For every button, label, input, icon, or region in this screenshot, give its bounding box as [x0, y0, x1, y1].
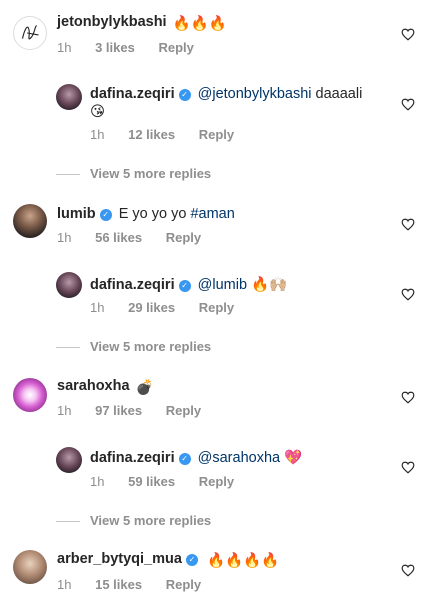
timestamp: 1h — [57, 40, 72, 55]
comment-text: 💣 — [135, 380, 154, 396]
mention-link[interactable]: @sarahoxha — [198, 450, 280, 466]
comment-text: E yo yo yo — [118, 206, 187, 222]
likes-count[interactable]: 3 likes — [95, 40, 135, 55]
username-link[interactable]: dafina.zeqiri — [90, 86, 175, 102]
comment-meta: 1h 3 likes Reply — [57, 40, 214, 55]
verified-badge-icon: ✓ — [99, 209, 112, 221]
avatar[interactable] — [13, 378, 47, 412]
avatar[interactable] — [56, 272, 82, 298]
username-link[interactable]: lumib — [57, 206, 96, 222]
hashtag-link[interactable]: #aman — [190, 206, 234, 222]
reply-text: 💖 — [284, 450, 303, 466]
verified-badge-icon: ✓ — [178, 280, 191, 292]
avatar[interactable] — [56, 447, 82, 473]
view-more-label: View 5 more replies — [90, 166, 212, 181]
likes-count[interactable]: 15 likes — [95, 577, 142, 592]
reply-button[interactable]: Reply — [166, 577, 201, 592]
comment-body: lumib ✓ E yo yo yo #aman — [57, 205, 235, 223]
heart-outline-icon[interactable] — [401, 218, 415, 231]
reply-button[interactable]: Reply — [158, 40, 193, 55]
comment-body: jetonbylykbashi 🔥🔥🔥 — [57, 13, 227, 33]
heart-outline-icon[interactable] — [401, 564, 415, 577]
timestamp: 1h — [57, 230, 72, 245]
reply-meta: 1h 29 likes Reply — [90, 300, 254, 315]
comment-text: 🔥🔥🔥 — [172, 16, 227, 32]
timestamp: 1h — [57, 577, 72, 592]
avatar[interactable] — [13, 550, 47, 584]
mention-link[interactable]: @lumib — [198, 277, 247, 293]
heart-outline-icon[interactable] — [401, 391, 415, 404]
view-more-replies-button[interactable]: View 5 more replies — [56, 339, 211, 354]
timestamp: 1h — [90, 127, 105, 142]
timestamp: 1h — [57, 403, 72, 418]
timestamp: 1h — [90, 474, 105, 489]
reply-text: 🔥🙌🏼 — [251, 277, 288, 293]
avatar[interactable] — [13, 204, 47, 238]
signature-logo-icon — [21, 24, 39, 40]
avatar[interactable] — [13, 16, 47, 50]
divider-line — [56, 347, 80, 349]
username-link[interactable]: arber_bytyqi_mua — [57, 551, 182, 567]
reply-meta: 1h 12 likes Reply — [90, 127, 254, 142]
username-link[interactable]: dafina.zeqiri — [90, 277, 175, 293]
verified-badge-icon: ✓ — [185, 554, 198, 566]
reply-button[interactable]: Reply — [166, 403, 201, 418]
mention-link[interactable]: @jetonbylykbashi — [198, 86, 312, 102]
view-more-label: View 5 more replies — [90, 513, 212, 528]
reply-button[interactable]: Reply — [199, 127, 234, 142]
reply-body: dafina.zeqiri ✓ @jetonbylykbashi daaaali — [90, 85, 362, 103]
avatar[interactable] — [56, 84, 82, 110]
comment-body: sarahoxha 💣 — [57, 377, 154, 397]
comments-feed: jetonbylykbashi 🔥🔥🔥 1h 3 likes Reply daf… — [0, 0, 435, 600]
reply-text: daaaali — [315, 86, 363, 102]
likes-count[interactable]: 97 likes — [95, 403, 142, 418]
comment-meta: 1h 97 likes Reply — [57, 403, 221, 418]
likes-count[interactable]: 29 likes — [128, 300, 175, 315]
reply-button[interactable]: Reply — [199, 300, 234, 315]
comment-meta: 1h 56 likes Reply — [57, 230, 221, 245]
view-more-replies-button[interactable]: View 5 more replies — [56, 166, 211, 181]
reply-body: dafina.zeqiri ✓ @lumib 🔥🙌🏼 — [90, 276, 287, 294]
reply-button[interactable]: Reply — [166, 230, 201, 245]
view-more-replies-button[interactable]: View 5 more replies — [56, 513, 211, 528]
username-link[interactable]: dafina.zeqiri — [90, 450, 175, 466]
reply-meta: 1h 59 likes Reply — [90, 474, 254, 489]
username-link[interactable]: jetonbylykbashi — [57, 14, 167, 30]
likes-count[interactable]: 56 likes — [95, 230, 142, 245]
comment-text: 🔥🔥🔥🔥 — [206, 553, 280, 569]
heart-outline-icon[interactable] — [401, 28, 415, 41]
verified-badge-icon: ✓ — [178, 89, 191, 101]
comment-body: arber_bytyqi_mua ✓ 🔥🔥🔥🔥 — [57, 550, 279, 570]
heart-outline-icon[interactable] — [401, 98, 415, 111]
reply-body: dafina.zeqiri ✓ @sarahoxha 💖 — [90, 449, 302, 467]
view-more-label: View 5 more replies — [90, 339, 212, 354]
heart-outline-icon[interactable] — [401, 461, 415, 474]
comment-meta: 1h 15 likes Reply — [57, 577, 221, 592]
likes-count[interactable]: 12 likes — [128, 127, 175, 142]
divider-line — [56, 174, 80, 176]
timestamp: 1h — [90, 300, 105, 315]
heart-outline-icon[interactable] — [401, 288, 415, 301]
divider-line — [56, 521, 80, 523]
reply-body-line2: 😘 — [90, 103, 105, 121]
username-link[interactable]: sarahoxha — [57, 378, 130, 394]
likes-count[interactable]: 59 likes — [128, 474, 175, 489]
reply-emoji: 😘 — [90, 104, 106, 120]
reply-button[interactable]: Reply — [199, 474, 234, 489]
verified-badge-icon: ✓ — [178, 453, 191, 465]
